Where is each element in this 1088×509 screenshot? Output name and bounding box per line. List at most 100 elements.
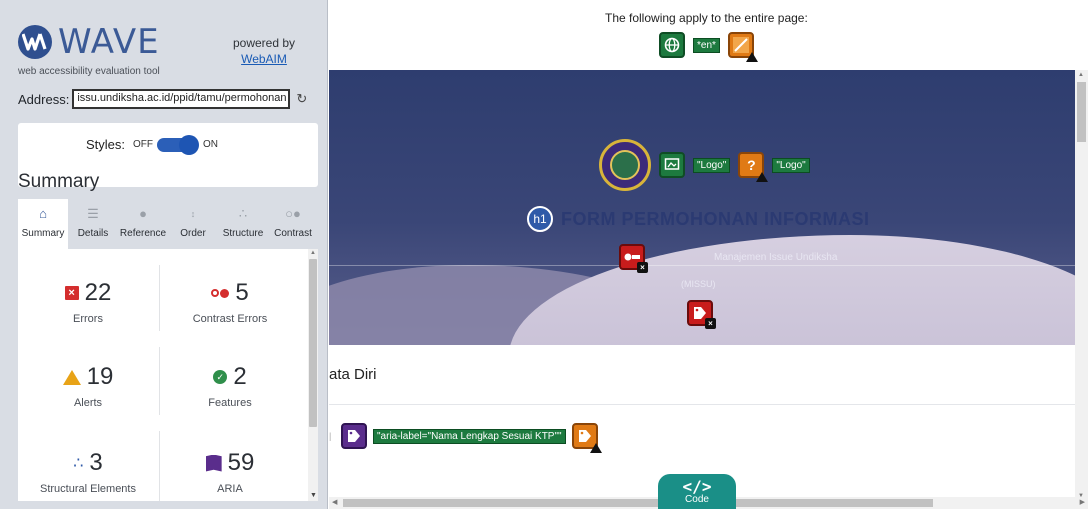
styles-on-label: ON — [203, 139, 219, 150]
hero-banner: "Logo" ? "Logo" h1 FORM PERMOHONAN INFOR… — [329, 70, 1075, 345]
university-logo — [599, 139, 651, 191]
code-button[interactable]: </> Code — [658, 474, 736, 509]
tab-details[interactable]: ☰ Details — [68, 199, 118, 249]
aria-label-icon[interactable] — [341, 423, 367, 449]
scroll-down-icon[interactable]: ▼ — [310, 492, 317, 499]
field-marker: | — [329, 431, 332, 441]
h1-row: h1 FORM PERMOHONAN INFORMASI — [527, 206, 870, 232]
tab-reference[interactable]: ● Reference — [118, 199, 168, 249]
scroll-thumb[interactable] — [309, 259, 317, 427]
list-icon: ☰ — [87, 206, 99, 221]
styles-toggle[interactable] — [157, 134, 200, 155]
feature-icon: ✓ — [213, 370, 228, 384]
hero-divider — [329, 265, 1075, 266]
scroll-left-icon[interactable]: ◀ — [332, 498, 337, 506]
page-preview: The following apply to the entire page: … — [329, 0, 1088, 509]
summary-tabs: ⌂ Summary ☰ Details ● Reference ↕ Order … — [18, 199, 318, 249]
styles-off-label: OFF — [133, 139, 154, 150]
tab-reference-label: Reference — [119, 228, 167, 239]
tab-structure[interactable]: ∴ Structure — [218, 199, 268, 249]
hero-logo-row: "Logo" ? "Logo" — [599, 139, 810, 191]
image-alert-icon[interactable] — [727, 32, 758, 62]
wave-logo[interactable]: WAVE — [18, 22, 160, 62]
alerts-count: 19 — [86, 363, 114, 390]
alert-icon — [62, 369, 81, 385]
tab-order[interactable]: ↕ Order — [168, 199, 218, 249]
page-level-bar: The following apply to the entire page: … — [329, 0, 1088, 70]
tab-summary[interactable]: ⌂ Summary — [18, 199, 68, 249]
page-scrollbar[interactable]: ▲ ▼ — [1075, 70, 1088, 501]
stat-structural[interactable]: ∴ 3 Structural Elements — [18, 449, 158, 495]
webaim-link[interactable]: WebAIM — [228, 52, 300, 66]
warning-icon — [745, 52, 758, 62]
summary-panel: × 22 Errors 5 Contrast Errors 19 Alerts ✓… — [18, 249, 318, 501]
tab-contrast[interactable]: ○● Contrast — [268, 199, 318, 249]
structural-label: Structural Elements — [40, 483, 136, 495]
contrast-errors-label: Contrast Errors — [192, 313, 268, 325]
address-label: Address: — [18, 91, 70, 107]
contrast-icon: ○● — [285, 206, 301, 221]
aria-row: "aria-label="Nama Lengkap Sesuai KTP"" — [341, 423, 602, 453]
tab-order-label: Order — [180, 228, 206, 239]
wave-subtitle: web accessibility evaluation tool — [18, 66, 160, 77]
tab-structure-label: Structure — [222, 228, 264, 239]
home-icon: ⌂ — [39, 206, 47, 221]
aria-count: 59 — [227, 449, 255, 476]
structural-count: 3 — [89, 449, 103, 476]
scroll-up-icon[interactable]: ▲ — [310, 250, 316, 256]
tab-summary-label: Summary — [21, 228, 65, 239]
hscroll-thumb[interactable] — [343, 499, 933, 507]
stat-aria[interactable]: 59 ARIA — [160, 449, 300, 495]
wave-sidebar: WAVE web accessibility evaluation tool p… — [0, 0, 328, 509]
features-label: Features — [208, 397, 252, 409]
error-x-icon: × — [637, 262, 648, 273]
code-button-label: Code — [685, 494, 709, 505]
order-icon: ↕ — [190, 209, 196, 219]
errors-count: 22 — [84, 279, 112, 306]
wave-window: WAVE web accessibility evaluation tool p… — [0, 0, 1088, 509]
contrast-errors-count: 5 — [235, 279, 249, 306]
scroll-up-icon[interactable]: ▲ — [1078, 72, 1084, 78]
alerts-label: Alerts — [73, 397, 103, 409]
stat-alerts[interactable]: 19 Alerts — [18, 363, 158, 409]
hero-subtitle-abbr: (MISSU) — [681, 279, 716, 289]
structure-icon: ∴ — [238, 206, 248, 221]
page-note: The following apply to the entire page: — [605, 11, 808, 25]
address-bar: Address: issu.undiksha.ac.id/ppid/tamu/p… — [18, 88, 307, 110]
logo-alt-tag: "Logo" — [772, 157, 810, 173]
powered-by-label: powered by — [232, 36, 296, 50]
warning-icon — [589, 443, 602, 453]
structure-icon: ∴ — [73, 455, 84, 472]
h1-icon[interactable]: h1 — [527, 206, 553, 232]
features-count: 2 — [233, 363, 247, 390]
address-input[interactable]: issu.undiksha.ac.id/ppid/tamu/permohonan — [72, 89, 291, 109]
alt-question-icon[interactable]: ? — [738, 152, 769, 182]
linked-image-icon[interactable] — [659, 152, 685, 178]
contrast-error-icon[interactable]: × — [619, 244, 648, 273]
styles-label: Styles: — [86, 137, 126, 152]
toggle-knob — [179, 134, 200, 155]
tab-contrast-label: Contrast — [274, 228, 312, 239]
aria-icon — [205, 454, 222, 472]
panel-scrollbar[interactable]: ▲ ▼ — [308, 249, 318, 501]
refresh-icon[interactable]: ↻ — [296, 91, 307, 107]
errors-label: Errors — [73, 313, 103, 325]
stat-contrast-errors[interactable]: 5 Contrast Errors — [160, 279, 300, 325]
stat-errors[interactable]: × 22 Errors — [18, 279, 158, 325]
page-level-icons: *en* — [659, 32, 758, 62]
label-alert-icon[interactable] — [571, 423, 602, 453]
error-icon: × — [64, 286, 79, 300]
section-divider — [329, 404, 1075, 405]
scroll-right-icon[interactable]: ▶ — [1080, 498, 1085, 506]
page-scroll-thumb[interactable] — [1077, 82, 1086, 142]
language-icon[interactable] — [659, 32, 685, 58]
lang-tag: *en* — [693, 37, 720, 53]
label-error-icon[interactable]: × — [687, 300, 716, 329]
wave-logo-text: WAVE — [58, 22, 160, 62]
stat-features[interactable]: ✓ 2 Features — [160, 363, 300, 409]
logo-alt-tag: "Logo" — [693, 157, 731, 173]
contrast-error-icon — [211, 288, 230, 298]
aria-label-tag: "aria-label="Nama Lengkap Sesuai KTP"" — [373, 428, 566, 444]
page-heading: FORM PERMOHONAN INFORMASI — [561, 208, 870, 229]
wave-logo-icon — [18, 25, 52, 59]
